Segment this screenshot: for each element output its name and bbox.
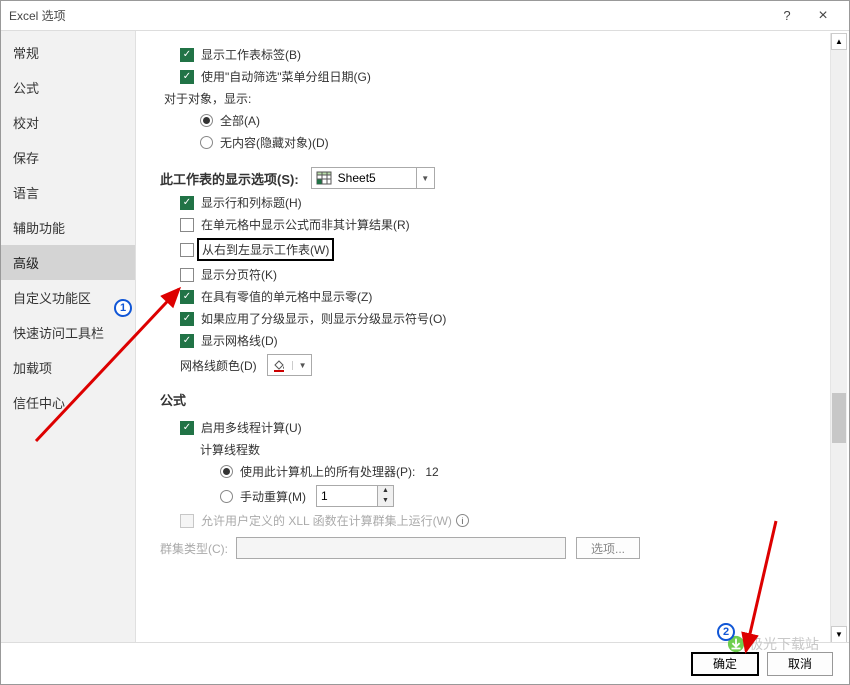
radio-objects-none[interactable] xyxy=(200,136,213,149)
sidebar-item-quick-access[interactable]: 快速访问工具栏 xyxy=(1,315,135,350)
paint-bucket-icon xyxy=(272,358,286,372)
sidebar-item-save[interactable]: 保存 xyxy=(1,140,135,175)
checkbox-rtl[interactable] xyxy=(180,243,194,257)
checkbox-autofilter-group[interactable] xyxy=(180,70,194,84)
sheet-name: Sheet5 xyxy=(336,171,416,185)
gridline-color-picker[interactable]: ▼ xyxy=(267,354,312,376)
sidebar-item-advanced[interactable]: 高级 xyxy=(1,245,135,280)
label-objects-all: 全部(A) xyxy=(220,112,260,129)
sidebar-item-addins[interactable]: 加载项 xyxy=(1,350,135,385)
gridline-color-label: 网格线颜色(D) xyxy=(180,357,257,374)
checkbox-page-breaks[interactable] xyxy=(180,268,194,282)
label-outline: 如果应用了分级显示，则显示分级显示符号(O) xyxy=(201,310,446,327)
checkbox-xll-cluster xyxy=(180,514,194,528)
radio-manual-threads[interactable] xyxy=(220,490,233,503)
cluster-options-button: 选项... xyxy=(576,537,640,559)
close-button[interactable]: × xyxy=(805,7,841,25)
scroll-down-icon[interactable]: ▼ xyxy=(831,626,847,643)
chevron-down-icon[interactable]: ▼ xyxy=(292,361,307,370)
annotation-badge-2: 2 xyxy=(717,623,735,641)
help-button[interactable]: ? xyxy=(769,8,805,23)
sidebar-item-trust-center[interactable]: 信任中心 xyxy=(1,385,135,420)
label-autofilter-group: 使用"自动筛选"菜单分组日期(G) xyxy=(201,68,371,85)
sidebar-item-formulas[interactable]: 公式 xyxy=(1,70,135,105)
sheet-selector[interactable]: Sheet5 ▼ xyxy=(311,167,435,189)
label-gridlines: 显示网格线(D) xyxy=(201,332,278,349)
vertical-scrollbar[interactable]: ▲ ▼ xyxy=(830,33,847,643)
ok-button[interactable]: 确定 xyxy=(691,652,759,676)
label-multithread: 启用多线程计算(U) xyxy=(201,419,302,436)
sidebar-item-language[interactable]: 语言 xyxy=(1,175,135,210)
checkbox-multithread[interactable] xyxy=(180,421,194,435)
label-headers: 显示行和列标题(H) xyxy=(201,194,302,211)
formulas-title: 公式 xyxy=(160,390,819,409)
checkbox-formulas-in-cells[interactable] xyxy=(180,218,194,232)
sheet-options-title: 此工作表的显示选项(S): xyxy=(160,169,299,188)
thread-count-input[interactable] xyxy=(317,486,377,506)
window-title: Excel 选项 xyxy=(9,7,769,24)
checkbox-headers[interactable] xyxy=(180,196,194,210)
label-show-zeros: 在具有零值的单元格中显示零(Z) xyxy=(201,288,372,305)
checkbox-show-tabs[interactable] xyxy=(180,48,194,62)
chevron-down-icon[interactable]: ▼ xyxy=(416,168,434,188)
titlebar: Excel 选项 ? × xyxy=(1,1,849,31)
scroll-thumb[interactable] xyxy=(832,393,846,443)
info-icon[interactable]: i xyxy=(456,514,469,527)
radio-objects-all[interactable] xyxy=(200,114,213,127)
label-manual-threads: 手动重算(M) xyxy=(240,488,306,505)
label-objects-none: 无内容(隐藏对象)(D) xyxy=(220,134,329,151)
label-formulas-in-cells: 在单元格中显示公式而非其计算结果(R) xyxy=(201,216,410,233)
scroll-up-icon[interactable]: ▲ xyxy=(831,33,847,50)
label-show-tabs: 显示工作表标签(B) xyxy=(201,46,301,63)
sidebar: 常规 公式 校对 保存 语言 辅助功能 高级 自定义功能区 快速访问工具栏 加载… xyxy=(1,31,136,644)
checkbox-gridlines[interactable] xyxy=(180,334,194,348)
sheet-icon xyxy=(312,168,336,188)
cpu-count: 12 xyxy=(425,465,438,479)
options-content: 显示工作表标签(B) 使用"自动筛选"菜单分组日期(G) 对于对象，显示: 全部… xyxy=(136,31,849,644)
label-page-breaks: 显示分页符(K) xyxy=(201,266,277,283)
checkbox-show-zeros[interactable] xyxy=(180,290,194,304)
sidebar-item-general[interactable]: 常规 xyxy=(1,35,135,70)
thread-count-spinner[interactable]: ▲▼ xyxy=(316,485,394,507)
threads-label: 计算线程数 xyxy=(200,441,260,458)
checkbox-outline[interactable] xyxy=(180,312,194,326)
spinner-down-icon[interactable]: ▼ xyxy=(378,496,393,506)
cancel-button[interactable]: 取消 xyxy=(767,652,833,676)
sidebar-item-accessibility[interactable]: 辅助功能 xyxy=(1,210,135,245)
spinner-up-icon[interactable]: ▲ xyxy=(378,486,393,496)
dialog-footer: 确定 取消 xyxy=(1,642,849,684)
label-xll-cluster: 允许用户定义的 XLL 函数在计算群集上运行(W) xyxy=(201,512,452,529)
radio-use-all-cpus[interactable] xyxy=(220,465,233,478)
sidebar-item-proofing[interactable]: 校对 xyxy=(1,105,135,140)
label-rtl: 从右到左显示工作表(W) xyxy=(197,238,334,261)
cluster-type-label: 群集类型(C): xyxy=(160,540,228,557)
objects-label: 对于对象，显示: xyxy=(164,90,251,107)
label-use-all-cpus: 使用此计算机上的所有处理器(P): xyxy=(240,463,415,480)
annotation-badge-1: 1 xyxy=(114,299,132,317)
cluster-type-input xyxy=(236,537,566,559)
